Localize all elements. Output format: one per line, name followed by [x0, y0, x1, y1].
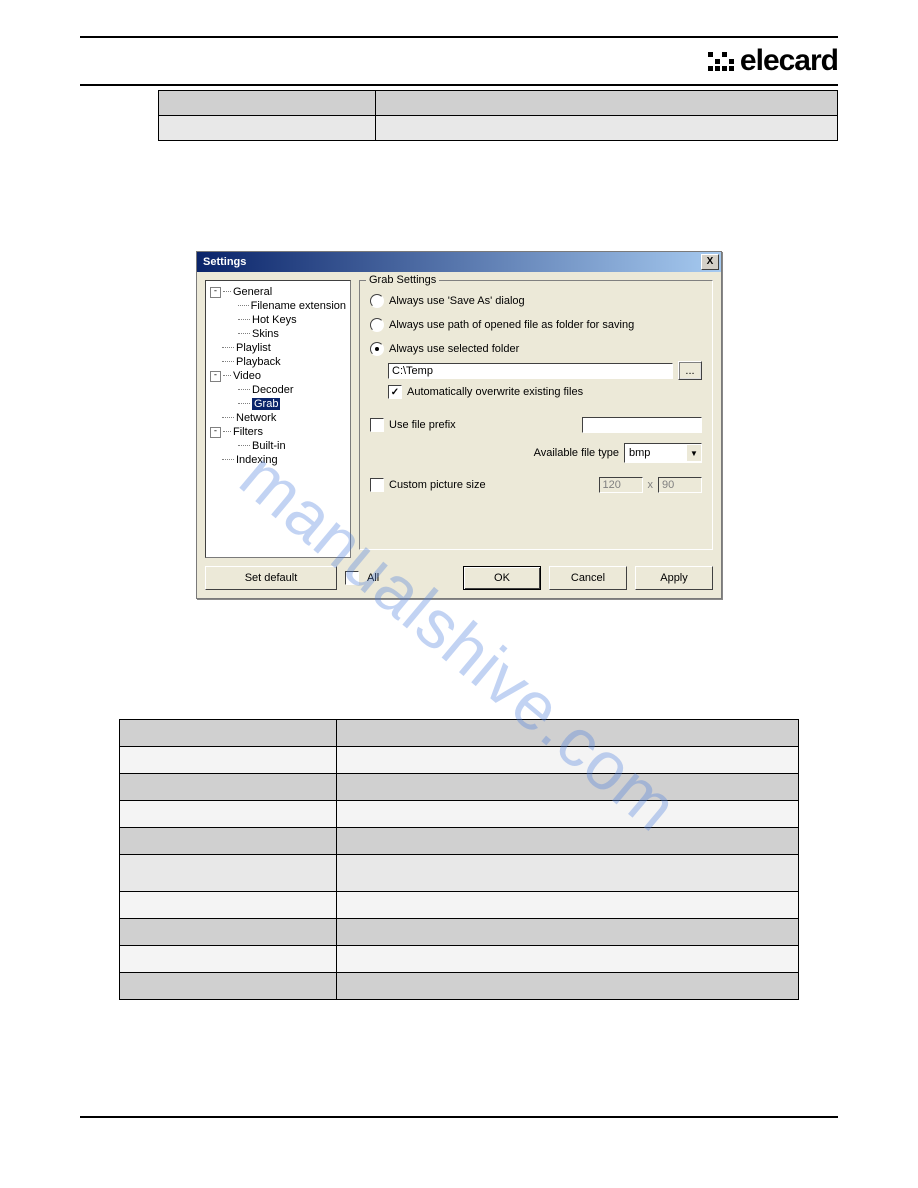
ok-button[interactable]: OK — [463, 566, 541, 590]
separator-rule — [80, 84, 838, 86]
grab-settings-group: Grab Settings Always use 'Save As' dialo… — [359, 280, 713, 550]
all-checkbox[interactable] — [345, 571, 359, 585]
overwrite-checkbox[interactable]: ✓ — [388, 385, 402, 399]
folder-path-field[interactable]: C:\Temp — [388, 363, 673, 379]
tree-hotkeys[interactable]: Hot Keys — [252, 314, 297, 326]
radio-selected-label: Always use selected folder — [389, 343, 519, 355]
tree-indexing[interactable]: Indexing — [236, 454, 278, 466]
tree-builtin[interactable]: Built-in — [252, 440, 286, 452]
collapse-icon[interactable]: - — [210, 287, 221, 298]
tree-video[interactable]: Video — [233, 370, 261, 382]
elecard-logo: elecard — [708, 44, 838, 78]
settings-dialog: Settings X - General Filename extension H… — [196, 251, 722, 599]
dialog-title: Settings — [203, 256, 246, 268]
filetype-select[interactable]: bmp ▼ — [624, 443, 702, 463]
height-field[interactable]: 90 — [658, 477, 702, 493]
radio-saveas[interactable] — [370, 294, 384, 308]
chevron-down-icon: ▼ — [686, 445, 701, 461]
x-label: x — [648, 479, 654, 491]
radio-selected[interactable] — [370, 342, 384, 356]
settings-tree[interactable]: - General Filename extension Hot Keys Ski… — [205, 280, 351, 558]
collapse-icon[interactable]: - — [210, 371, 221, 382]
tree-skins[interactable]: Skins — [252, 328, 279, 340]
overwrite-label: Automatically overwrite existing files — [407, 386, 583, 398]
tree-grab[interactable]: Grab — [252, 398, 280, 410]
bottom-rule — [80, 1116, 838, 1118]
filetype-value: bmp — [625, 447, 686, 459]
top-rule — [80, 36, 838, 38]
tree-network[interactable]: Network — [236, 412, 276, 424]
upper-doc-table — [158, 90, 838, 141]
radio-path-label: Always use path of opened file as folder… — [389, 319, 634, 331]
lower-doc-table — [119, 719, 799, 1000]
prefix-field[interactable] — [582, 417, 702, 433]
tree-playlist[interactable]: Playlist — [236, 342, 271, 354]
apply-button[interactable]: Apply — [635, 566, 713, 590]
group-label: Grab Settings — [366, 274, 439, 286]
customsize-label: Custom picture size — [389, 479, 486, 491]
collapse-icon[interactable]: - — [210, 427, 221, 438]
set-default-button[interactable]: Set default — [205, 566, 337, 590]
customsize-checkbox[interactable] — [370, 478, 384, 492]
tree-playback[interactable]: Playback — [236, 356, 281, 368]
close-button[interactable]: X — [701, 254, 719, 270]
browse-button[interactable]: ... — [678, 361, 702, 380]
all-label: All — [367, 572, 379, 584]
cancel-button[interactable]: Cancel — [549, 566, 627, 590]
prefix-label: Use file prefix — [389, 419, 456, 431]
tree-filename-ext[interactable]: Filename extension — [251, 300, 346, 312]
prefix-checkbox[interactable] — [370, 418, 384, 432]
width-field[interactable]: 120 — [599, 477, 643, 493]
titlebar[interactable]: Settings X — [197, 252, 721, 272]
tree-general[interactable]: General — [233, 286, 272, 298]
tree-filters[interactable]: Filters — [233, 426, 263, 438]
tree-decoder[interactable]: Decoder — [252, 384, 294, 396]
radio-saveas-label: Always use 'Save As' dialog — [389, 295, 525, 307]
filetype-label: Available file type — [534, 447, 619, 459]
radio-path[interactable] — [370, 318, 384, 332]
